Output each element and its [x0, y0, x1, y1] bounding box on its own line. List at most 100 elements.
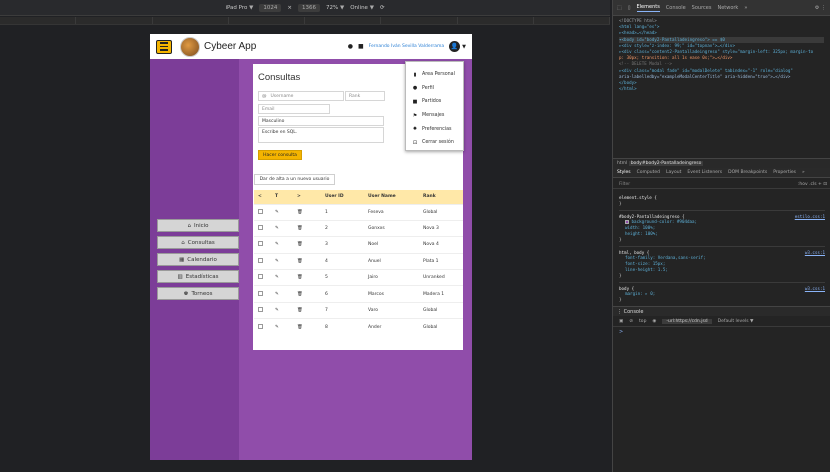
- next-sort-button[interactable]: >: [293, 190, 321, 204]
- styles-filter[interactable]: Filter :hov .cls + ⊡: [613, 180, 830, 189]
- breadcrumb-body[interactable]: body#body2-Pantalladeingreso: [628, 161, 704, 166]
- tab-properties[interactable]: Properties: [773, 170, 796, 175]
- query-button[interactable]: Hacer consulta: [258, 150, 302, 160]
- prev-sort-button[interactable]: <: [254, 190, 271, 204]
- row-checkbox[interactable]: [254, 203, 271, 221]
- row-checkbox[interactable]: [254, 285, 271, 303]
- more-tabs-icon[interactable]: »: [802, 170, 805, 175]
- network-select[interactable]: Online ▼: [350, 5, 374, 11]
- sidebar-item-consultas[interactable]: ⌂ Consultas: [157, 236, 239, 249]
- trash-icon[interactable]: 🗑: [293, 219, 321, 237]
- trash-icon[interactable]: 🗑: [293, 301, 321, 319]
- email-field[interactable]: Email: [258, 104, 330, 114]
- sidebar-item-inicio[interactable]: ⌂ Inicio: [157, 219, 239, 232]
- tab-dom-breakpoints[interactable]: DOM Breakpoints: [728, 170, 767, 175]
- rank-field[interactable]: Rank: [345, 91, 385, 101]
- tab-elements[interactable]: Elements: [636, 4, 660, 12]
- color-swatch[interactable]: [625, 220, 629, 225]
- menu-item-cerrar-sesion[interactable]: ⊡ Cerrar sesión: [406, 136, 463, 150]
- add-user-button[interactable]: Dar de alta a un nuevo usuario: [254, 174, 335, 185]
- type-sort-button[interactable]: T: [271, 190, 293, 204]
- user-id-cell: 4: [321, 252, 364, 270]
- chevron-down-icon[interactable]: ▼: [462, 44, 466, 50]
- user-id-cell: 8: [321, 318, 364, 336]
- menu-item-perfil[interactable]: ● Perfil: [406, 82, 463, 96]
- device-toggle-icon[interactable]: ▯: [628, 5, 631, 11]
- context-select[interactable]: top: [639, 319, 646, 324]
- user-name-cell: Noel: [364, 236, 419, 254]
- eye-icon[interactable]: ◉: [652, 319, 656, 324]
- trash-icon[interactable]: 🗑: [293, 285, 321, 303]
- filter-tools[interactable]: :hov .cls + ⊡: [798, 182, 827, 187]
- trash-icon[interactable]: 🗑: [293, 252, 321, 270]
- chevron-down-icon: ▼: [339, 4, 345, 11]
- console-filter-input[interactable]: -url:https://cdn.jsd: [662, 319, 712, 324]
- tab-layout[interactable]: Layout: [666, 170, 681, 175]
- width-input[interactable]: 1024: [259, 3, 282, 12]
- tab-styles[interactable]: Styles: [617, 170, 631, 175]
- col-rank[interactable]: Rank: [419, 190, 463, 204]
- rotate-icon[interactable]: ⟳: [380, 5, 385, 11]
- edit-icon[interactable]: ✎: [271, 252, 293, 270]
- row-checkbox[interactable]: [254, 301, 271, 319]
- clear-console-icon[interactable]: ⊘: [629, 319, 633, 324]
- inspect-icon[interactable]: ⬚: [617, 5, 622, 11]
- device-select[interactable]: iPad Pro ▼: [225, 5, 253, 11]
- sidebar-item-calendario[interactable]: ▦ Calendario: [157, 253, 239, 266]
- edit-icon[interactable]: ✎: [271, 301, 293, 319]
- more-tabs-icon[interactable]: »: [744, 5, 747, 11]
- tab-network[interactable]: Network: [717, 5, 738, 11]
- tab-event-listeners[interactable]: Event Listeners: [687, 170, 722, 175]
- tab-console[interactable]: Console: [666, 5, 686, 11]
- log-levels-select[interactable]: Default levels ▼: [718, 319, 754, 324]
- row-checkbox[interactable]: [254, 269, 271, 286]
- rule-source-link[interactable]: estilo.css:1: [795, 214, 825, 220]
- menu-item-area-personal[interactable]: ▮ Area Personal: [406, 68, 463, 82]
- sql-textarea[interactable]: Escribe en SQL.: [258, 127, 384, 143]
- menu-item-mensajes[interactable]: ⚑ Mensajes: [406, 109, 463, 123]
- breadcrumb: html body#body2-Pantalladeingreso: [613, 158, 830, 168]
- menu-item-partidos[interactable]: ■ Partidos: [406, 95, 463, 109]
- trash-icon[interactable]: 🗑: [293, 236, 321, 254]
- user-name-link[interactable]: Fernando Iván Sevilla Valderrama: [369, 44, 445, 49]
- username-field[interactable]: @ Username: [258, 91, 344, 101]
- edit-icon[interactable]: ✎: [271, 236, 293, 254]
- rank-cell: Global: [419, 301, 463, 319]
- dom-line[interactable]: </html>: [619, 86, 824, 92]
- tab-computed[interactable]: Computed: [637, 170, 660, 175]
- row-checkbox[interactable]: [254, 252, 271, 270]
- edit-icon[interactable]: ✎: [271, 219, 293, 237]
- breadcrumb-html[interactable]: html: [617, 161, 627, 166]
- hamburger-menu-icon[interactable]: [156, 39, 172, 54]
- col-user-name[interactable]: User Name: [364, 190, 419, 204]
- kebab-icon[interactable]: ⋮: [617, 309, 622, 315]
- col-user-id[interactable]: User ID: [321, 190, 364, 204]
- rule-source-link[interactable]: w3.css:1: [805, 286, 825, 292]
- menu-item-preferencias[interactable]: ✹ Preferencias: [406, 122, 463, 136]
- rule-source-link[interactable]: w3.css:1: [805, 250, 825, 256]
- row-checkbox[interactable]: [254, 219, 271, 237]
- height-input[interactable]: 1366: [297, 3, 320, 12]
- zoom-select[interactable]: 72% ▼: [326, 5, 344, 11]
- property-text: background-color: #904daa;: [631, 219, 698, 225]
- tab-sources[interactable]: Sources: [692, 5, 712, 11]
- trash-icon[interactable]: 🗑: [293, 318, 321, 336]
- sidebar-toggle-icon[interactable]: ▣: [619, 319, 623, 324]
- console-prompt[interactable]: >: [619, 329, 623, 335]
- row-checkbox[interactable]: [254, 318, 271, 336]
- edit-icon[interactable]: ✎: [271, 203, 293, 221]
- edit-icon[interactable]: ✎: [271, 318, 293, 336]
- console-drawer-tab[interactable]: ⋮ Console: [613, 306, 830, 316]
- avatar-icon[interactable]: 👤: [449, 41, 461, 52]
- sidebar-item-torneos[interactable]: ♚ Torneos: [157, 287, 239, 300]
- edit-icon[interactable]: ✎: [271, 269, 293, 286]
- sidebar-item-estadisticas[interactable]: ▥ Estadísticas: [157, 270, 239, 283]
- menu-item-label: Preferencias: [422, 126, 452, 132]
- trash-icon[interactable]: 🗑: [293, 269, 321, 286]
- gear-icon[interactable]: ⚙ ⋮: [815, 5, 826, 11]
- trash-icon[interactable]: 🗑: [293, 203, 321, 221]
- style-rules: element.style { } estilo.css:1 #body2-Pa…: [613, 190, 830, 302]
- row-checkbox[interactable]: [254, 236, 271, 254]
- gender-select[interactable]: Masculino: [258, 116, 384, 126]
- edit-icon[interactable]: ✎: [271, 285, 293, 303]
